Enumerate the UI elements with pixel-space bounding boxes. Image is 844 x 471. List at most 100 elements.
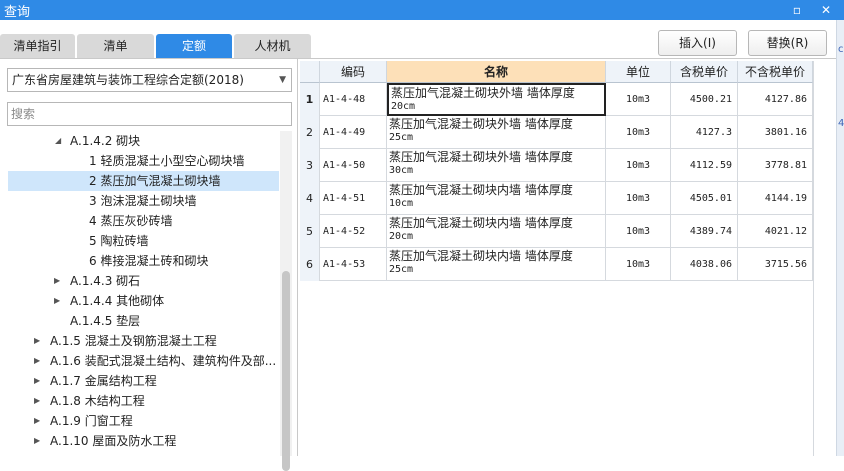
cell-name-line2: 30cm: [389, 165, 414, 176]
tree-scrollbar[interactable]: [280, 131, 292, 471]
cell-code[interactable]: A1-4-51: [320, 182, 387, 215]
tree-node-label: A.1.6 装配式混凝土结构、建筑构件及部...: [50, 354, 277, 368]
close-icon[interactable]: ✕: [815, 0, 837, 20]
search-input[interactable]: 搜索: [7, 102, 292, 126]
tree-node[interactable]: ▶ A.1.9 门窗工程: [0, 411, 280, 431]
insert-button[interactable]: 插入(I): [658, 30, 737, 56]
cell-name[interactable]: 蒸压加气混凝土砌块内墙 墙体厚度 10cm: [387, 182, 606, 215]
quota-table: 编码 名称 单位 含税单价 不含税单价 1 A1-4-48 蒸压加气混凝土砌块外…: [300, 61, 813, 456]
cell-code[interactable]: A1-4-48: [320, 83, 387, 116]
tree-node[interactable]: 6 榫接混凝土砖和砌块: [0, 251, 280, 271]
table-row[interactable]: 4 A1-4-51 蒸压加气混凝土砌块内墙 墙体厚度 10cm 10m3 450…: [300, 182, 813, 215]
tab-quota[interactable]: 定额: [156, 34, 232, 58]
cell-price-no-tax[interactable]: 4144.19: [738, 182, 813, 215]
tree-node-label: A.1.8 木结构工程: [50, 394, 145, 408]
cell-price-no-tax[interactable]: 4127.86: [738, 83, 813, 116]
cell-price-no-tax[interactable]: 4021.12: [738, 215, 813, 248]
cell-price-tax[interactable]: 4505.01: [671, 182, 738, 215]
cell-price-no-tax[interactable]: 3715.56: [738, 248, 813, 281]
tree-node-label: A.1.4.2 砌块: [70, 134, 141, 148]
table-row[interactable]: 3 A1-4-50 蒸压加气混凝土砌块外墙 墙体厚度 30cm 10m3 411…: [300, 149, 813, 182]
expand-triangle-icon[interactable]: ▶: [54, 271, 60, 291]
cell-name[interactable]: 蒸压加气混凝土砌块外墙 墙体厚度 25cm: [387, 116, 606, 149]
tree-node[interactable]: ▶ A.1.5 混凝土及钢筋混凝土工程: [0, 331, 280, 351]
table-row[interactable]: 6 A1-4-53 蒸压加气混凝土砌块内墙 墙体厚度 25cm 10m3 403…: [300, 248, 813, 281]
expand-triangle-icon[interactable]: ▶: [54, 291, 60, 311]
tab-bill[interactable]: 清单: [77, 34, 154, 58]
cell-unit[interactable]: 10m3: [606, 83, 671, 116]
tree-node[interactable]: 4 蒸压灰砂砖墙: [0, 211, 280, 231]
cell-name[interactable]: 蒸压加气混凝土砌块内墙 墙体厚度 20cm: [387, 215, 606, 248]
minimize-icon[interactable]: ▫: [786, 0, 808, 20]
tree-node[interactable]: ▶ A.1.7 金属结构工程: [0, 371, 280, 391]
cell-unit[interactable]: 10m3: [606, 248, 671, 281]
table-row[interactable]: 5 A1-4-52 蒸压加气混凝土砌块内墙 墙体厚度 20cm 10m3 438…: [300, 215, 813, 248]
expand-triangle-icon[interactable]: ▶: [34, 371, 40, 391]
library-select[interactable]: 广东省房屋建筑与装饰工程综合定额(2018) ▼: [7, 68, 292, 92]
cell-price-no-tax[interactable]: 3778.81: [738, 149, 813, 182]
quota-tree: ◢ A.1.4.2 砌块 1 轻质混凝土小型空心砌块墙 2 蒸压加气混凝土砌块墙…: [0, 131, 280, 456]
tree-node[interactable]: 5 陶粒砖墙: [0, 231, 280, 251]
table-row[interactable]: 1 A1-4-48 蒸压加气混凝土砌块外墙 墙体厚度 20cm 10m3 450…: [300, 83, 813, 116]
row-index: 4: [300, 182, 320, 215]
expand-triangle-icon[interactable]: ▶: [34, 391, 40, 411]
column-header-price-tax[interactable]: 含税单价: [671, 61, 738, 83]
collapse-triangle-icon[interactable]: ◢: [55, 131, 61, 151]
cell-name[interactable]: 蒸压加气混凝土砌块外墙 墙体厚度 20cm: [387, 83, 606, 116]
strip-char: c: [838, 44, 844, 55]
tree-node[interactable]: 1 轻质混凝土小型空心砌块墙: [0, 151, 280, 171]
cell-code[interactable]: A1-4-52: [320, 215, 387, 248]
left-panel: 广东省房屋建筑与装饰工程综合定额(2018) ▼ 搜索 ◢ A.1.4.2 砌块…: [0, 59, 298, 471]
tree-node-selected[interactable]: 2 蒸压加气混凝土砌块墙: [0, 171, 280, 191]
cell-name-line1: 蒸压加气混凝土砌块外墙 墙体厚度: [391, 86, 575, 100]
tab-bill-guide[interactable]: 清单指引: [0, 34, 75, 58]
cell-name[interactable]: 蒸压加气混凝土砌块内墙 墙体厚度 25cm: [387, 248, 606, 281]
tree-node[interactable]: 3 泡沫混凝土砌块墙: [0, 191, 280, 211]
cell-code[interactable]: A1-4-49: [320, 116, 387, 149]
replace-button[interactable]: 替换(R): [748, 30, 827, 56]
table-row[interactable]: 2 A1-4-49 蒸压加气混凝土砌块外墙 墙体厚度 25cm 10m3 412…: [300, 116, 813, 149]
cell-name-line1: 蒸压加气混凝土砌块外墙 墙体厚度: [389, 117, 573, 131]
tree-node[interactable]: A.1.4.5 垫层: [0, 311, 280, 331]
row-index: 1: [300, 83, 320, 116]
expand-triangle-icon[interactable]: ▶: [34, 411, 40, 431]
expand-triangle-icon[interactable]: ▶: [34, 351, 40, 371]
tree-node[interactable]: ▶ A.1.6 装配式混凝土结构、建筑构件及部...: [0, 351, 280, 371]
cell-code[interactable]: A1-4-53: [320, 248, 387, 281]
cell-price-tax[interactable]: 4038.06: [671, 248, 738, 281]
column-header-price-no-tax[interactable]: 不含税单价: [738, 61, 813, 83]
scrollbar-thumb[interactable]: [282, 271, 290, 471]
tree-node[interactable]: ▶ A.1.4.4 其他砌体: [0, 291, 280, 311]
column-header-unit[interactable]: 单位: [606, 61, 671, 83]
column-header-name[interactable]: 名称: [387, 61, 606, 83]
cell-price-tax[interactable]: 4127.3: [671, 116, 738, 149]
tree-node-label: A.1.10 屋面及防水工程: [50, 434, 177, 448]
strip-char: 4: [838, 118, 844, 129]
cell-unit[interactable]: 10m3: [606, 116, 671, 149]
tree-node-label: 6 榫接混凝土砖和砌块: [89, 254, 209, 268]
chevron-down-icon[interactable]: ▼: [279, 69, 286, 91]
cell-code[interactable]: A1-4-50: [320, 149, 387, 182]
cell-unit[interactable]: 10m3: [606, 149, 671, 182]
expand-triangle-icon[interactable]: ▶: [34, 331, 40, 351]
row-index: 5: [300, 215, 320, 248]
expand-triangle-icon[interactable]: ▶: [34, 431, 40, 451]
tree-node[interactable]: ◢ A.1.4.2 砌块: [0, 131, 280, 151]
column-header-code[interactable]: 编码: [320, 61, 387, 83]
cell-name[interactable]: 蒸压加气混凝土砌块外墙 墙体厚度 30cm: [387, 149, 606, 182]
column-header-index: [300, 61, 320, 83]
cell-price-tax[interactable]: 4112.59: [671, 149, 738, 182]
cell-unit[interactable]: 10m3: [606, 215, 671, 248]
tree-node[interactable]: ▶ A.1.10 屋面及防水工程: [0, 431, 280, 451]
tree-node[interactable]: ▶ A.1.8 木结构工程: [0, 391, 280, 411]
library-select-value: 广东省房屋建筑与装饰工程综合定额(2018): [12, 73, 244, 87]
tab-labor-material-machine[interactable]: 人材机: [234, 34, 311, 58]
cell-price-tax[interactable]: 4389.74: [671, 215, 738, 248]
cell-unit[interactable]: 10m3: [606, 182, 671, 215]
tree-node-label: 1 轻质混凝土小型空心砌块墙: [89, 154, 245, 168]
tree-node[interactable]: ▶ A.1.4.3 砌石: [0, 271, 280, 291]
cell-name-line2: 20cm: [389, 231, 414, 242]
cell-price-no-tax[interactable]: 3801.16: [738, 116, 813, 149]
cell-price-tax[interactable]: 4500.21: [671, 83, 738, 116]
tree-node-label: A.1.9 门窗工程: [50, 414, 133, 428]
